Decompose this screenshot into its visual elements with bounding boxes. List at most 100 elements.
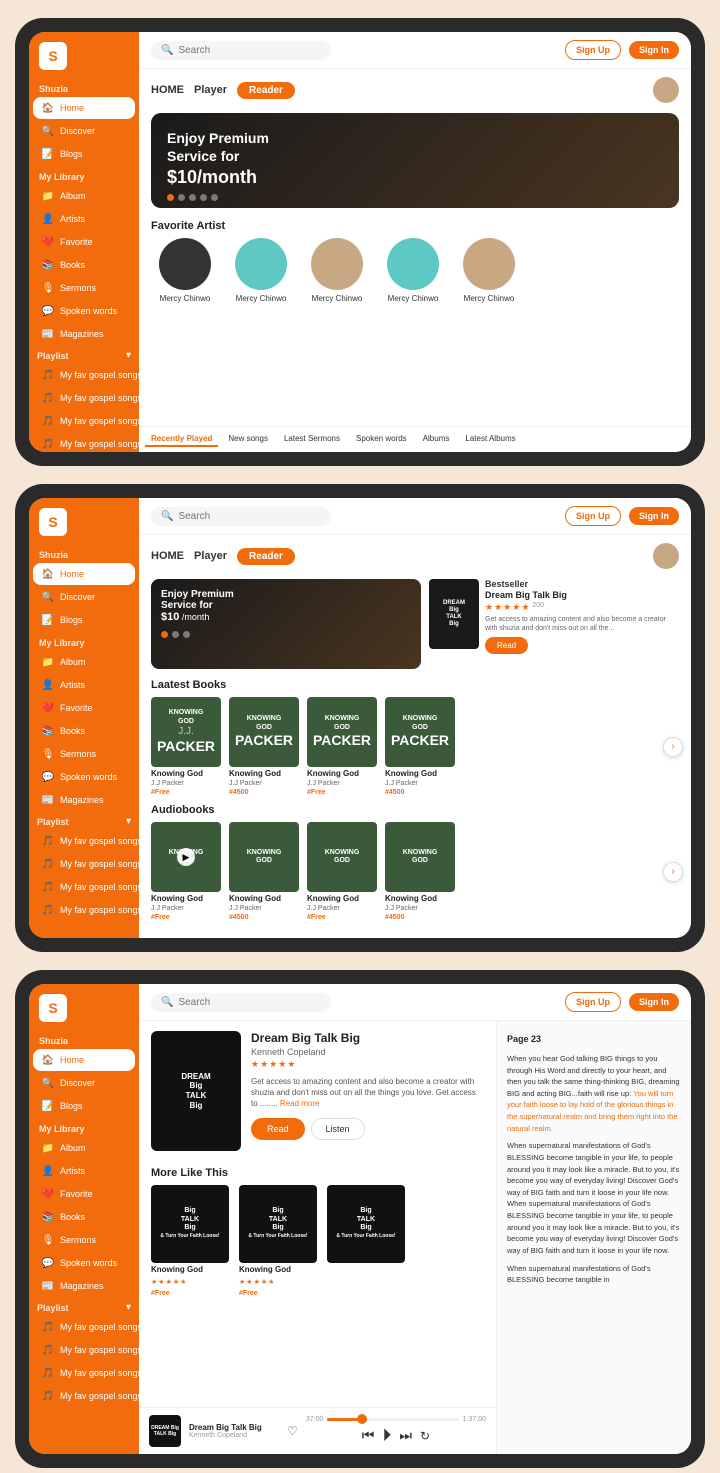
sidebar-item-magazines[interactable]: 📰 Magazines (33, 323, 135, 345)
dot-1[interactable] (161, 631, 168, 638)
audiobook-card-0[interactable]: KNOWINGGOD ▶ Knowing God J.J Packer #Fre… (151, 822, 223, 921)
skip-back-button[interactable]: ⏮ (362, 1427, 375, 1444)
search-input[interactable] (178, 45, 321, 56)
sid-artists-3[interactable]: 👤 Artists (33, 1160, 135, 1182)
read-button[interactable]: Read (485, 637, 528, 654)
read-more-link[interactable]: Read more (280, 1099, 320, 1108)
sidebar-item-books[interactable]: 📚 Books (33, 254, 135, 276)
pl3-3[interactable]: 🎵 My fav gospel songs (33, 1362, 135, 1384)
nav-reader-2[interactable]: Reader (237, 548, 295, 565)
sid-fav-3[interactable]: ❤️ Favorite (33, 1183, 135, 1205)
sidebar-item-sermons[interactable]: 🎙 Sermons (33, 277, 135, 299)
audiobook-card-3[interactable]: KNOWINGGOD Knowing God J.J Packer #4500 (385, 822, 457, 921)
skip-forward-button[interactable]: ⏭ (399, 1427, 412, 1444)
hero-dot-1[interactable] (167, 194, 174, 201)
playlist-toggle-3[interactable]: ▾ (126, 1302, 131, 1313)
playlist-toggle-icon[interactable]: ▾ (126, 350, 131, 361)
hero-dot-4[interactable] (200, 194, 207, 201)
search-box-2[interactable]: 🔍 (151, 507, 331, 526)
pl1-3[interactable]: 🎵 My fav gospel songs (33, 1316, 135, 1338)
dot-2[interactable] (172, 631, 179, 638)
sidebar-item-playlist-3[interactable]: 🎵 My fav gospel songs (33, 410, 135, 432)
book-card-2[interactable]: KNOWINGGODPACKER Knowing God J.J Packer … (307, 697, 379, 796)
user-avatar-2[interactable] (653, 543, 679, 569)
sidebar-home-3[interactable]: 🏠 Home (33, 1049, 135, 1071)
tab-new-songs[interactable]: New songs (222, 432, 274, 447)
tab-albums[interactable]: Albums (417, 432, 456, 447)
hero-dot-2[interactable] (178, 194, 185, 201)
more-book-2[interactable]: BigTALKBig& Turn Your Faith Loose! (327, 1185, 407, 1297)
tab-latest-albums[interactable]: Latest Albums (459, 432, 521, 447)
pl-3-2[interactable]: 🎵 My fav gospel songs (33, 876, 135, 898)
sidebar-discover-3[interactable]: 🔍 Discover (33, 1072, 135, 1094)
nav-tab-reader[interactable]: Reader (237, 82, 295, 99)
signin-button[interactable]: Sign In (629, 41, 679, 59)
pl-1-2[interactable]: 🎵 My fav gospel songs (33, 830, 135, 852)
artist-card-3[interactable]: Mercy Chinwo (379, 238, 447, 303)
sidebar-item-spoken[interactable]: 💬 Spoken words (33, 300, 135, 322)
artist-card-0[interactable]: Mercy Chinwo (151, 238, 219, 303)
sidebar-item-discover[interactable]: 🔍 Discover (33, 120, 135, 142)
pl2-3[interactable]: 🎵 My fav gospel songs (33, 1339, 135, 1361)
signup-button-2[interactable]: Sign Up (565, 506, 621, 526)
hero-dot-3[interactable] (189, 194, 196, 201)
sidebar-album-2[interactable]: 📁 Album (33, 651, 135, 673)
user-avatar[interactable] (653, 77, 679, 103)
artist-card-2[interactable]: Mercy Chinwo (303, 238, 371, 303)
sidebar-blogs-3[interactable]: 📝 Blogs (33, 1095, 135, 1117)
artist-card-1[interactable]: Mercy Chinwo (227, 238, 295, 303)
read-button-lg[interactable]: Read (251, 1118, 305, 1140)
sidebar-item-playlist-1[interactable]: 🎵 My fav gospel songs (33, 364, 135, 386)
book-card-3[interactable]: KNOWINGGODPACKER Knowing God J.J Packer … (385, 697, 457, 796)
sidebar-favorite-2[interactable]: ❤️ Favorite (33, 697, 135, 719)
sidebar-books-2[interactable]: 📚 Books (33, 720, 135, 742)
nav-player-2[interactable]: Player (194, 550, 227, 562)
book-card-0[interactable]: KNOWINGGODJ.J.PACKER Knowing God J.J Pac… (151, 697, 223, 796)
sidebar-spoken-2[interactable]: 💬 Spoken words (33, 766, 135, 788)
listen-button[interactable]: Listen (311, 1118, 365, 1140)
audiobook-card-1[interactable]: KNOWINGGOD Knowing God J.J Packer #4500 (229, 822, 301, 921)
sid-album-3[interactable]: 📁 Album (33, 1137, 135, 1159)
pl-4-2[interactable]: 🎵 My fav gospel songs (33, 899, 135, 921)
artist-card-4[interactable]: Mercy Chinwo (455, 238, 523, 303)
progress-track[interactable] (327, 1418, 458, 1421)
next-audiobooks-button[interactable]: › (663, 862, 683, 882)
hero-dot-5[interactable] (211, 194, 218, 201)
pl4-3[interactable]: 🎵 My fav gospel songs (33, 1385, 135, 1407)
tab-latest-sermons[interactable]: Latest Sermons (278, 432, 346, 447)
sidebar-item-artists[interactable]: 👤 Artists (33, 208, 135, 230)
sid-sermons-3[interactable]: 🎙 Sermons (33, 1229, 135, 1251)
nav-home-2[interactable]: HOME (151, 550, 184, 562)
signin-button-3[interactable]: Sign In (629, 993, 679, 1011)
playlist-toggle-2[interactable]: ▾ (126, 816, 131, 827)
signup-button-3[interactable]: Sign Up (565, 992, 621, 1012)
search-input-2[interactable] (178, 511, 321, 522)
search-box-3[interactable]: 🔍 (151, 993, 331, 1012)
sid-spoken-3[interactable]: 💬 Spoken words (33, 1252, 135, 1274)
signin-button-2[interactable]: Sign In (629, 507, 679, 525)
sidebar-item-playlist-2[interactable]: 🎵 My fav gospel songs (33, 387, 135, 409)
sidebar-item-blogs[interactable]: 📝 Blogs (33, 143, 135, 165)
sidebar-item-home[interactable]: 🏠 Home (33, 97, 135, 119)
sidebar-item-favorite[interactable]: ❤️ Favorite (33, 231, 135, 253)
sidebar-item-playlist-4[interactable]: 🎵 My fav gospel songs (33, 433, 135, 452)
nav-tab-home[interactable]: HOME (151, 84, 184, 96)
sid-mags-3[interactable]: 📰 Magazines (33, 1275, 135, 1297)
audiobook-card-2[interactable]: KNOWINGGOD Knowing God J.J Packer #Free (307, 822, 379, 921)
search-box[interactable]: 🔍 (151, 41, 331, 60)
book-card-1[interactable]: KNOWINGGODPACKER Knowing God J.J Packer … (229, 697, 301, 796)
tab-spoken-words[interactable]: Spoken words (350, 432, 413, 447)
search-input-3[interactable] (178, 997, 321, 1008)
sidebar-artists-2[interactable]: 👤 Artists (33, 674, 135, 696)
sidebar-home-2[interactable]: 🏠 Home (33, 563, 135, 585)
sid-books-3[interactable]: 📚 Books (33, 1206, 135, 1228)
more-book-1[interactable]: BigTALKBig& Turn Your Faith Loose! Knowi… (239, 1185, 319, 1297)
sidebar-discover-2[interactable]: 🔍 Discover (33, 586, 135, 608)
sidebar-blogs-2[interactable]: 📝 Blogs (33, 609, 135, 631)
nav-tab-player[interactable]: Player (194, 84, 227, 96)
play-button[interactable]: ⏵ (382, 1425, 391, 1446)
tab-recently-played[interactable]: Recently Played (145, 432, 218, 447)
sidebar-sermons-2[interactable]: 🎙 Sermons (33, 743, 135, 765)
sidebar-magazines-2[interactable]: 📰 Magazines (33, 789, 135, 811)
heart-button[interactable]: ♡ (287, 1424, 298, 1438)
